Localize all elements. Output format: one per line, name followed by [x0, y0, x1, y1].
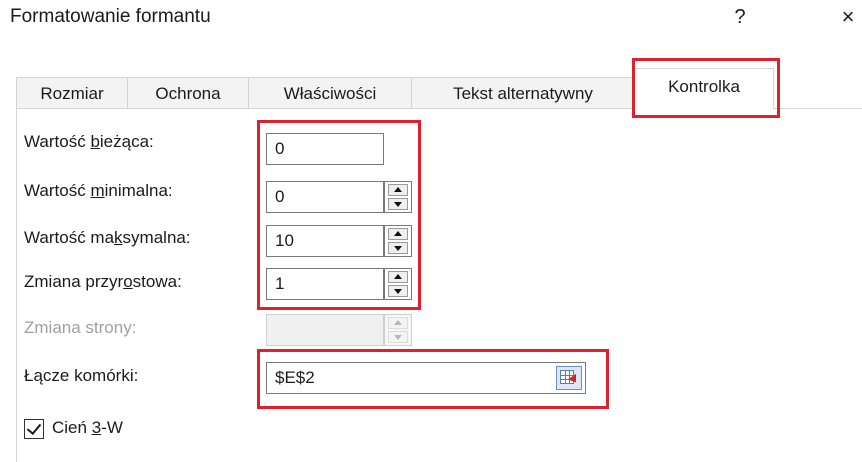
content-panel-border — [16, 108, 17, 462]
page-change-label: Zmiana strony: — [24, 318, 137, 337]
cell-link-input[interactable]: $E$2 — [266, 362, 586, 394]
chevron-up-icon — [394, 187, 402, 192]
tab-kontrolka[interactable]: Kontrolka — [634, 68, 774, 109]
chevron-down-icon — [394, 202, 402, 207]
current-value-label: Wartość bieżąca: — [24, 132, 154, 151]
chevron-down-icon — [394, 289, 402, 294]
page-change-input — [266, 314, 384, 346]
dialog-title: Formatowanie formantu — [10, 6, 211, 27]
min-value-spinner[interactable] — [384, 181, 412, 213]
max-value-input[interactable]: 10 — [266, 225, 384, 257]
incremental-change-label: Zmiana przyrostowa: — [24, 272, 182, 291]
checkmark-icon — [26, 419, 42, 436]
incremental-change-spinner[interactable] — [384, 268, 412, 300]
spin-down-button[interactable] — [388, 285, 408, 297]
chevron-up-icon — [394, 320, 402, 325]
chevron-up-icon — [394, 274, 402, 279]
spin-up-button[interactable] — [388, 228, 408, 240]
spin-down-button — [388, 331, 408, 343]
cell-link-label: Łącze komórki: — [24, 366, 139, 385]
shading-3d-label: Cień 3-W — [52, 418, 123, 437]
page-change-spinner — [384, 314, 412, 346]
max-value-spinner[interactable] — [384, 225, 412, 257]
close-button[interactable]: × — [836, 4, 860, 30]
chevron-down-icon — [394, 246, 402, 251]
chevron-down-icon — [394, 335, 402, 340]
tab-rozmiar[interactable]: Rozmiar — [16, 77, 128, 108]
min-value-input[interactable]: 0 — [266, 181, 384, 213]
tab-tekst-alternatywny[interactable]: Tekst alternatywny — [411, 77, 635, 108]
spin-up-button — [388, 317, 408, 329]
range-select-button[interactable] — [556, 366, 582, 390]
spin-up-button[interactable] — [388, 184, 408, 196]
help-button[interactable]: ? — [729, 4, 751, 30]
spin-down-button[interactable] — [388, 198, 408, 210]
tab-ochrona[interactable]: Ochrona — [127, 77, 249, 108]
current-value-input[interactable]: 0 — [266, 133, 384, 165]
max-value-label: Wartość maksymalna: — [24, 228, 191, 247]
shading-3d-checkbox[interactable] — [24, 419, 44, 439]
incremental-change-input[interactable]: 1 — [266, 268, 384, 300]
chevron-up-icon — [394, 231, 402, 236]
spin-up-button[interactable] — [388, 271, 408, 283]
min-value-label: Wartość minimalna: — [24, 181, 173, 200]
spin-down-button[interactable] — [388, 242, 408, 254]
tab-wlasciwosci[interactable]: Właściwości — [248, 77, 412, 108]
